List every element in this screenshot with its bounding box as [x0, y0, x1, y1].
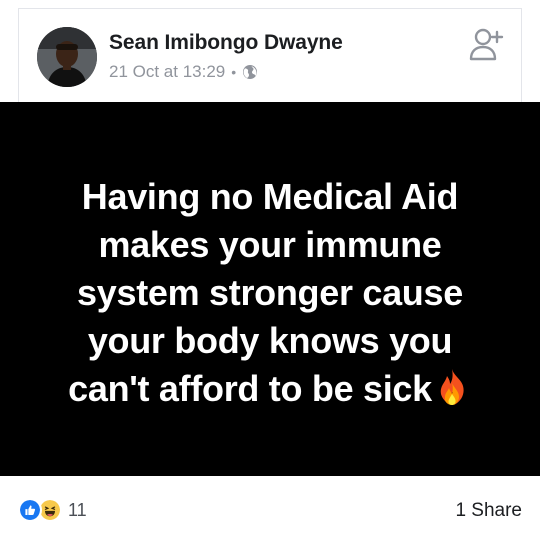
post-header: Sean Imibongo Dwayne 21 Oct at 13:29 •: [18, 8, 522, 102]
post-card: Sean Imibongo Dwayne 21 Oct at 13:29 • H…: [0, 0, 540, 540]
reaction-count[interactable]: 11: [68, 500, 87, 521]
share-count[interactable]: 1 Share: [455, 500, 522, 522]
image-text-line: makes your immune: [98, 224, 442, 265]
globe-icon[interactable]: [242, 64, 258, 80]
meta-separator: •: [231, 64, 237, 80]
image-text-line: Having no Medical Aid: [81, 176, 459, 217]
image-text-line-last: can't afford to be sick: [35, 365, 505, 413]
post-timestamp[interactable]: 21 Oct at 13:29: [109, 62, 225, 82]
post-image-text: Having no Medical Aid makes your immune …: [35, 173, 505, 413]
avatar-photo: [37, 27, 97, 87]
fire-emoji-icon: [440, 369, 464, 405]
add-friend-icon[interactable]: [467, 25, 507, 65]
author-name[interactable]: Sean Imibongo Dwayne: [109, 31, 343, 55]
image-text-line: can't afford to be sick: [68, 368, 432, 409]
image-text-line: your body knows you: [87, 320, 453, 361]
post-meta: 21 Oct at 13:29 •: [109, 62, 258, 82]
post-footer: 11 1 Share: [0, 476, 540, 540]
post-image[interactable]: Having no Medical Aid makes your immune …: [0, 102, 540, 476]
image-text-line: system stronger cause: [77, 272, 463, 313]
author-avatar[interactable]: [37, 27, 97, 87]
like-icon: [18, 498, 42, 522]
reactions-summary[interactable]: 11: [18, 498, 87, 522]
